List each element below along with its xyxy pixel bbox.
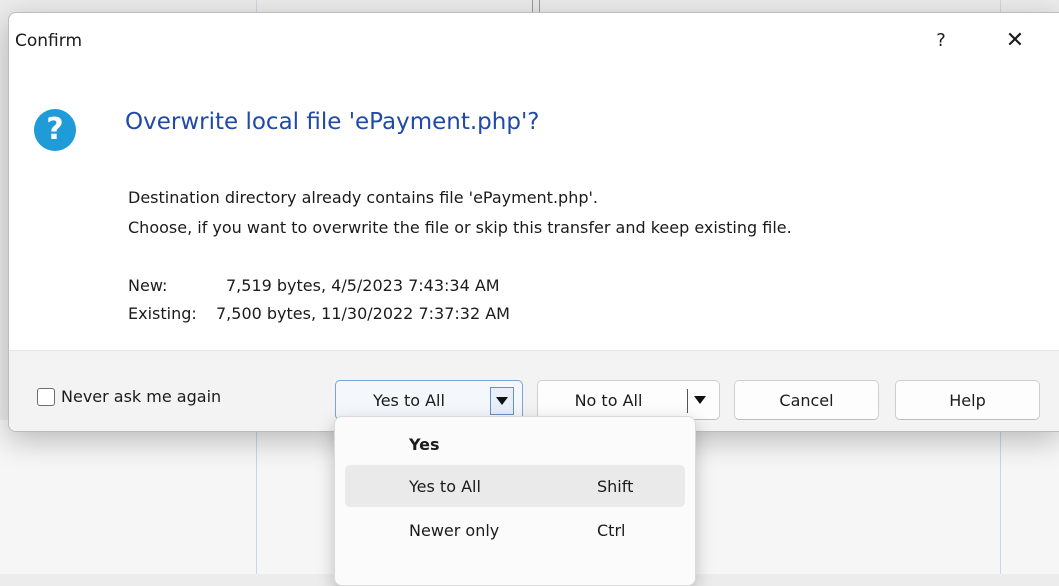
help-label: Help [949,390,986,410]
new-label: New: [128,276,168,295]
menu-item-yes[interactable]: Yes [345,423,685,465]
never-ask-checkbox-row[interactable]: Never ask me again [37,387,221,406]
never-ask-checkbox[interactable] [37,387,55,406]
cancel-label: Cancel [779,390,834,410]
message-line-1: Destination directory already contains f… [128,188,598,207]
dialog-heading: Overwrite local file 'ePayment.php'? [125,109,540,135]
never-ask-label[interactable]: Never ask me again [61,387,221,406]
existing-value: 7,500 bytes, 11/30/2022 7:37:32 AM [216,304,510,323]
chevron-down-icon [496,397,508,405]
dialog-title: Confirm [15,31,83,51]
split-separator [687,389,688,413]
yes-to-all-button[interactable]: Yes to All [335,380,523,420]
message-line-2: Choose, if you want to overwrite the fil… [128,218,792,237]
chevron-down-icon [694,396,706,404]
yes-dropdown-menu: Yes Yes to All Shift Newer only Ctrl [334,416,696,586]
menu-item-label: Newer only [409,520,500,540]
yes-to-all-label: Yes to All [373,390,445,410]
existing-label: Existing: [128,304,197,323]
existing-file-info: Existing: 7,500 bytes, 11/30/2022 7:37:32… [128,304,510,323]
confirm-dialog: Confirm ? ✕ ? Overwrite local file 'ePay… [8,12,1059,432]
no-to-all-button[interactable]: No to All [537,380,720,420]
close-button[interactable]: ✕ [993,25,1037,57]
new-value: 7,519 bytes, 4/5/2023 7:43:34 AM [226,276,500,295]
menu-item-shortcut: Shift [597,476,634,496]
yes-to-all-dropdown-arrow[interactable] [490,387,514,415]
menu-item-newer-only[interactable]: Newer only Ctrl [345,509,685,551]
menu-item-shortcut: Ctrl [597,520,626,540]
menu-item-label: Yes to All [409,476,481,496]
menu-item-yes-to-all[interactable]: Yes to All Shift [345,465,685,507]
question-icon: ? [34,109,76,151]
title-bar: Confirm ? ✕ [9,13,1059,69]
no-to-all-label: No to All [574,390,643,410]
no-to-all-dropdown-arrow[interactable] [689,387,711,413]
cancel-button[interactable]: Cancel [734,380,879,420]
help-question-button[interactable]: ? [921,25,961,57]
help-button[interactable]: Help [895,380,1040,420]
new-file-info: New: 7,519 bytes, 4/5/2023 7:43:34 AM [128,276,500,295]
menu-item-label: Yes [409,434,440,454]
